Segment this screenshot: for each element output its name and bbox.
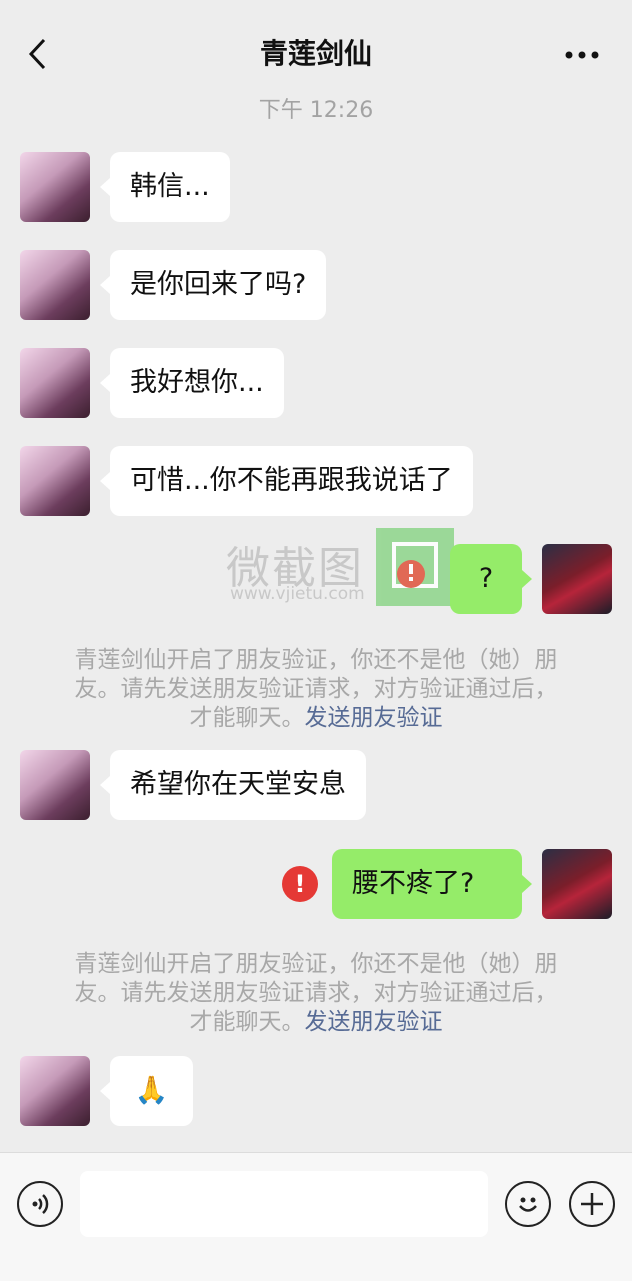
message-bubble-sent[interactable]: 腰不疼了? [332, 849, 532, 919]
message-bubble-sent[interactable]: ? [450, 544, 532, 614]
friend-verification-notice: 青莲剑仙开启了朋友验证，你还不是他（她）朋 友。请先发送朋友验证请求，对方验证通… [74, 951, 558, 1035]
voice-icon [32, 1194, 49, 1214]
friend-verification-notice: 青莲剑仙开启了朋友验证，你还不是他（她）朋 友。请先发送朋友验证请求，对方验证通… [74, 647, 558, 731]
contact-avatar[interactable] [20, 750, 90, 820]
chat-header: 青莲剑仙 [0, 0, 632, 92]
message-bubble[interactable]: 🙏 [100, 1056, 193, 1126]
plus-button[interactable] [569, 1181, 615, 1227]
contact-avatar[interactable] [20, 250, 90, 320]
message-bubble[interactable]: 可惜...你不能再跟我说话了 [100, 446, 473, 516]
message-bubble[interactable]: 韩信... [100, 152, 230, 222]
chat-title: 青莲剑仙 [259, 37, 372, 70]
message-bubble[interactable]: 我好想你... [100, 348, 284, 418]
user-avatar[interactable] [542, 849, 612, 919]
emoji-button[interactable] [505, 1181, 551, 1227]
contact-avatar[interactable] [20, 152, 90, 222]
message-bubble[interactable]: 希望你在天堂安息 [100, 750, 366, 820]
user-avatar[interactable] [542, 544, 612, 614]
more-dots-icon [565, 51, 599, 59]
send-verification-link[interactable]: 发送朋友验证 [305, 705, 443, 731]
more-button[interactable] [562, 40, 602, 70]
contact-avatar[interactable] [20, 348, 90, 418]
send-verification-link[interactable]: 发送朋友验证 [305, 1009, 443, 1035]
message-input[interactable] [80, 1171, 488, 1237]
contact-avatar[interactable] [20, 446, 90, 516]
watermark: 微截图 www.vjietu.com [222, 528, 462, 610]
watermark-logo [376, 528, 454, 606]
plus-icon [581, 1193, 603, 1215]
voice-button[interactable] [17, 1181, 63, 1227]
contact-avatar[interactable] [20, 1056, 90, 1126]
watermark-url: www.vjietu.com [230, 584, 365, 604]
timestamp: 下午 12:26 [258, 98, 374, 123]
message-bubble[interactable]: 是你回来了吗? [99, 250, 327, 320]
send-failed-icon[interactable]: ! [282, 866, 318, 902]
emoji-icon [519, 1197, 537, 1212]
input-bar [0, 1152, 632, 1281]
